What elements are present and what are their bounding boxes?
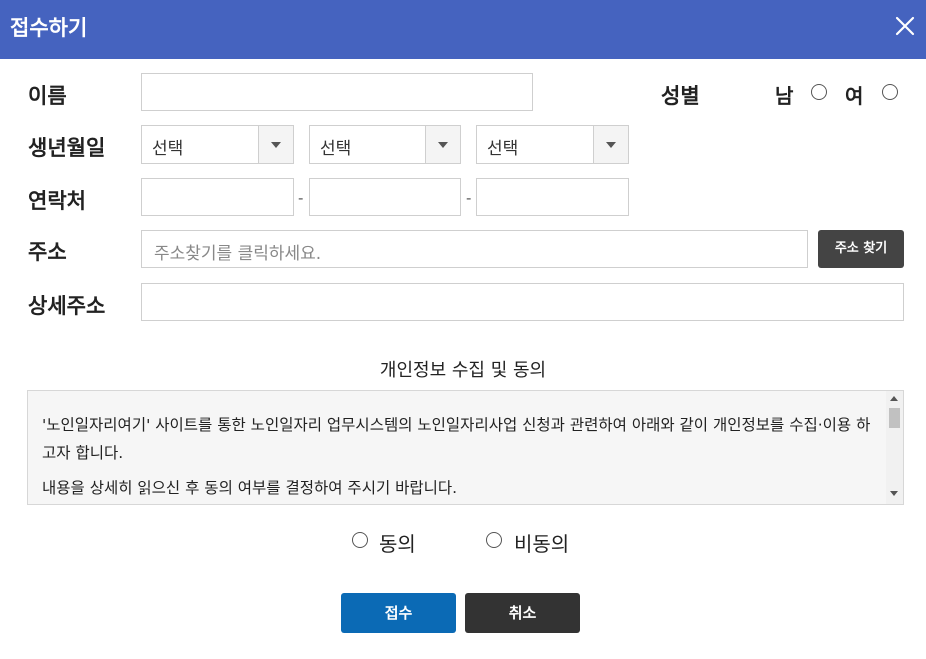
gender-male-radio[interactable] bbox=[811, 84, 827, 100]
birth-label: 생년월일 bbox=[28, 136, 106, 160]
birth-year-select[interactable]: 선택 bbox=[141, 125, 294, 164]
consent-paragraph: 내용을 상세히 읽으신 후 동의 여부를 결정하여 주시기 바랍니다. bbox=[42, 479, 458, 497]
consent-disagree-label: 비동의 bbox=[514, 532, 570, 556]
birth-year-value: 선택 bbox=[152, 139, 184, 159]
phone-input-3[interactable] bbox=[476, 178, 629, 216]
consent-disagree-radio[interactable] bbox=[486, 532, 502, 548]
consent-paragraph: '노인일자리여기' 사이트를 통한 노인일자리 업무시스템의 노인일자리사업 신… bbox=[42, 416, 871, 462]
address-label: 주소 bbox=[28, 240, 67, 264]
scroll-thumb[interactable] bbox=[889, 408, 900, 428]
dialog-title: 접수하기 bbox=[10, 16, 88, 40]
phone-input-1[interactable] bbox=[141, 178, 294, 216]
consent-textbox[interactable]: '노인일자리여기' 사이트를 통한 노인일자리 업무시스템의 노인일자리사업 신… bbox=[27, 390, 904, 505]
birth-month-select[interactable]: 선택 bbox=[309, 125, 461, 164]
birth-day-select[interactable]: 선택 bbox=[476, 125, 629, 164]
address-input[interactable]: 주소찾기를 클릭하세요. bbox=[141, 230, 808, 268]
consent-title: 개인정보 수집 및 동의 bbox=[379, 360, 547, 381]
chevron-down-icon bbox=[425, 126, 460, 163]
phone-input-2[interactable] bbox=[309, 178, 461, 216]
gender-label: 성별 bbox=[661, 84, 700, 108]
scroll-up-icon[interactable] bbox=[890, 396, 898, 401]
gender-female-label: 여 bbox=[845, 84, 864, 108]
dialog-header: 접수하기 bbox=[0, 0, 926, 59]
detail-address-label: 상세주소 bbox=[28, 294, 106, 318]
name-label: 이름 bbox=[28, 84, 67, 108]
consent-text: '노인일자리여기' 사이트를 통한 노인일자리 업무시스템의 노인일자리사업 신… bbox=[42, 411, 882, 504]
consent-agree-radio[interactable] bbox=[352, 532, 368, 548]
address-placeholder: 주소찾기를 클릭하세요. bbox=[154, 244, 322, 264]
consent-agree-label: 동의 bbox=[379, 532, 416, 556]
gender-female-radio[interactable] bbox=[882, 84, 898, 100]
close-icon[interactable] bbox=[889, 10, 921, 42]
phone-separator: - bbox=[466, 189, 472, 207]
cancel-button[interactable]: 취소 bbox=[465, 593, 580, 633]
birth-day-value: 선택 bbox=[487, 139, 519, 159]
submit-button[interactable]: 접수 bbox=[341, 593, 456, 633]
chevron-down-icon bbox=[593, 126, 628, 163]
name-input[interactable] bbox=[141, 73, 533, 111]
gender-male-label: 남 bbox=[775, 84, 794, 108]
phone-separator: - bbox=[298, 189, 304, 207]
birth-month-value: 선택 bbox=[320, 139, 352, 159]
phone-label: 연락처 bbox=[28, 189, 86, 213]
detail-address-input[interactable] bbox=[141, 283, 904, 321]
scrollbar[interactable] bbox=[886, 391, 903, 504]
chevron-down-icon bbox=[258, 126, 293, 163]
address-search-button[interactable]: 주소 찾기 bbox=[818, 230, 904, 268]
scroll-down-icon[interactable] bbox=[890, 491, 898, 496]
